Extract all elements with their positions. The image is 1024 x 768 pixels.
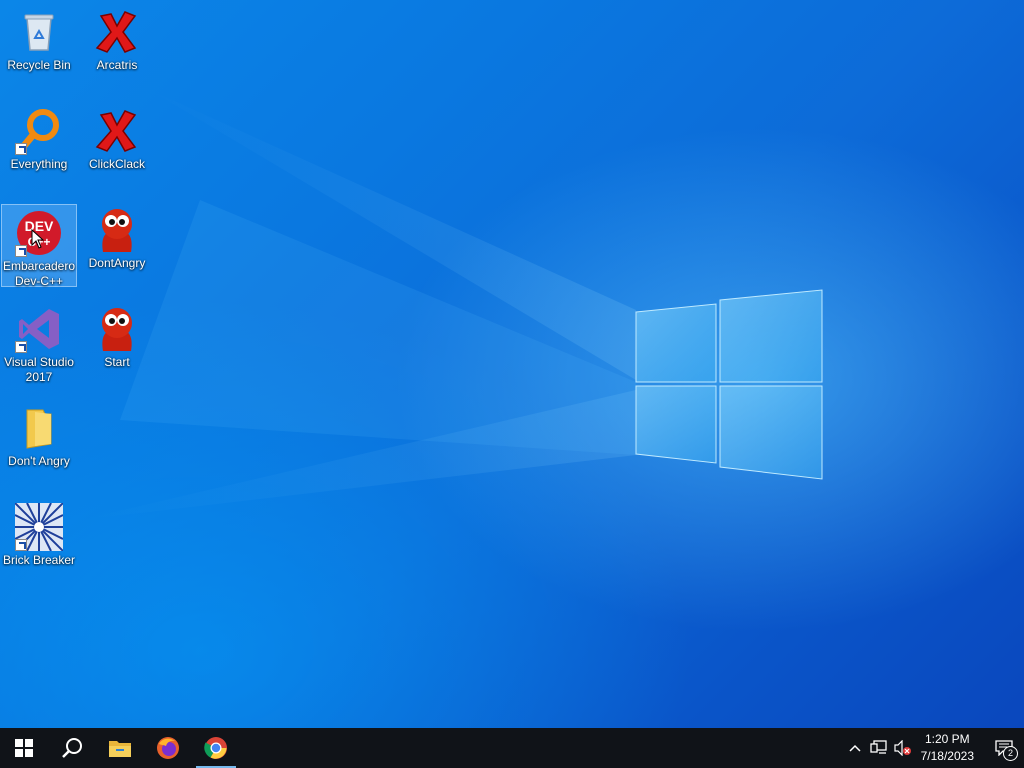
desktop-icon-label: Arcatris [96,58,138,72]
shortcut-arrow-icon [15,143,27,155]
start-icon [15,739,33,757]
desktop-icon-visual-studio[interactable]: Visual Studio 2017 [1,301,77,385]
shortcut-arrow-icon [15,539,27,551]
desktop-icon-label: Embarcadero Dev-C++ [2,259,76,288]
network-icon [869,740,887,754]
desktop-icon-dontangry[interactable]: DontAngry [79,202,155,286]
magnifier-icon [15,107,63,155]
visual-studio-icon [15,305,63,353]
red-creature-icon [93,305,141,353]
clock-time: 1:20 PM [924,732,970,746]
firefox-button[interactable] [144,728,192,768]
desktop-icon-label: DontAngry [88,256,146,270]
red-x-icon [93,8,141,56]
search-button[interactable] [48,728,96,768]
desktop-icon-label: Everything [10,157,68,171]
notification-count-badge: 2 [1003,746,1018,761]
show-hidden-icons-button[interactable] [843,728,867,768]
file-explorer-icon [109,741,131,757]
desktop-icon-label: Start [104,355,130,369]
desktop-icon-label: ClickClack [88,157,145,171]
recycle-bin-icon [15,8,63,56]
file-explorer-button[interactable] [96,728,144,768]
desktop-icon-label: Recycle Bin [7,58,71,72]
taskbar: 1:20 PM 7/18/2023 2 [0,728,1024,768]
chrome-icon [204,737,227,759]
shortcut-arrow-icon [15,245,27,257]
desktop-icon-clickclack[interactable]: ClickClack [79,103,155,187]
network-button[interactable] [867,728,891,768]
folder-icon [15,404,63,452]
devcpp-icon: DEV C++ [15,209,63,257]
volume-button[interactable] [891,728,915,768]
chevron-up-icon [849,744,861,752]
desktop-icon-brick-breaker[interactable]: Brick Breaker [1,499,77,583]
red-x-icon [93,107,141,155]
desktop-icon-devcpp[interactable]: DEV C++ Embarcadero Dev-C++ [1,204,77,288]
desktop-icon-label: Don't Angry [8,454,70,468]
search-icon [62,738,82,758]
system-tray: 1:20 PM 7/18/2023 2 [843,728,1024,768]
shortcut-arrow-icon [15,341,27,353]
starburst-icon [14,502,64,552]
desktop-icon-start[interactable]: Start [79,301,155,385]
mouse-cursor-icon [31,229,45,249]
action-center-button[interactable]: 2 [984,728,1024,768]
desktop-icon-label: Visual Studio 2017 [4,355,74,384]
desktop-icon-everything[interactable]: Everything [1,103,77,187]
desktop-icon-dont-angry-folder[interactable]: Don't Angry [1,400,77,484]
volume-muted-icon [894,740,911,756]
red-creature-icon [93,206,141,254]
clock-date: 7/18/2023 [920,749,974,763]
chrome-button[interactable] [192,728,240,768]
firefox-icon [157,737,179,759]
desktop-icon-recycle-bin[interactable]: Recycle Bin [1,4,77,88]
desktop-icon-arcatris[interactable]: Arcatris [79,4,155,88]
desktop-icon-label: Brick Breaker [2,553,76,567]
clock[interactable]: 1:20 PM 7/18/2023 [921,731,974,765]
start-button[interactable] [0,728,48,768]
